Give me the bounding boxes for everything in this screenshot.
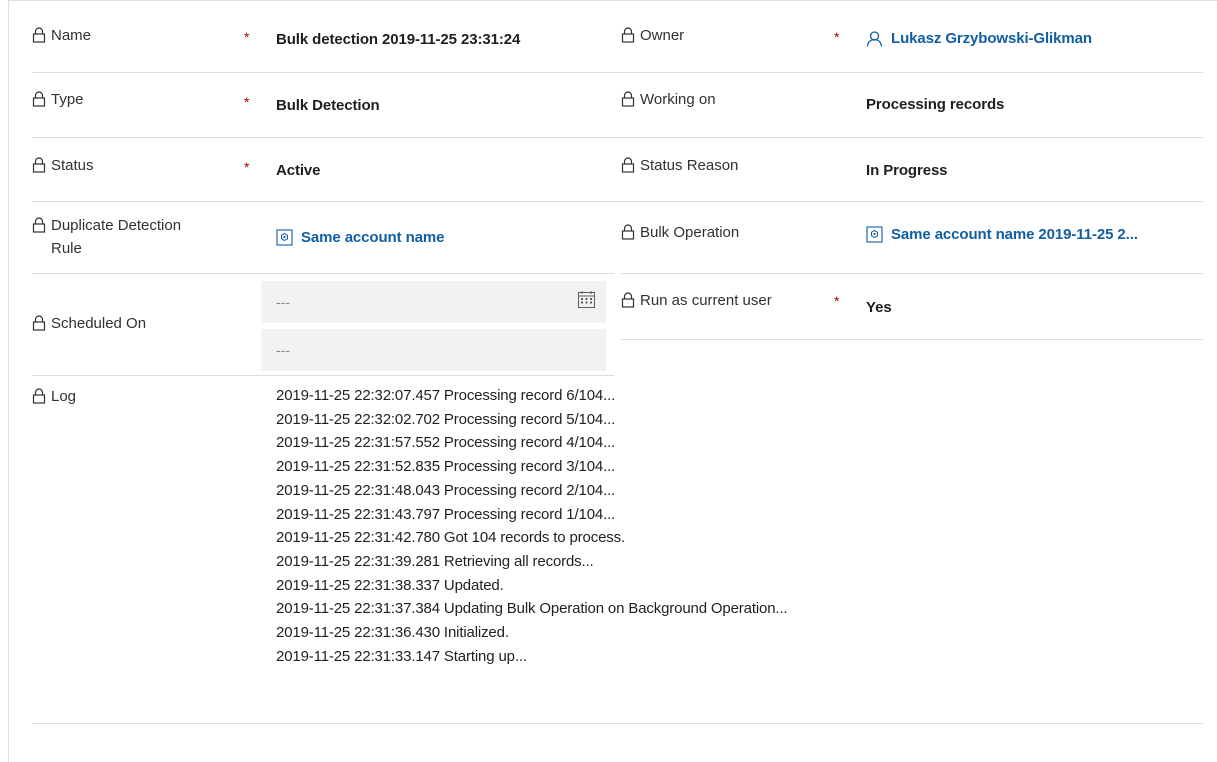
entity-record-icon [866,226,883,243]
log-line: 2019-11-25 22:31:42.780 Got 104 records … [276,529,625,547]
scheduled-on-label-text: Scheduled On [51,315,147,332]
lock-icon [621,27,635,43]
working-on-label: Working on [621,88,716,111]
working-on-label-text: Working on [640,91,716,108]
lock-icon [32,388,46,404]
bulk-operation-label-text: Bulk Operation [640,224,740,241]
status-reason-label-text: Status Reason [640,157,739,174]
log-line: 2019-11-25 22:31:43.797 Processing recor… [276,505,616,523]
duplicate-rule-label-line2: Rule [51,240,82,257]
log-label: Log [32,385,76,408]
row-separator [32,137,1203,138]
lock-icon [32,315,46,331]
bulk-operation-label: Bulk Operation [621,221,739,244]
log-line: 2019-11-25 22:31:33.147 Starting up... [276,647,527,665]
working-on-value[interactable]: Processing records [866,96,1004,113]
record-form: Name * Bulk detection 2019-11-25 23:31:2… [0,0,1217,762]
log-content[interactable]: 2019-11-25 22:32:07.457 Processing recor… [276,384,788,668]
name-value[interactable]: Bulk detection 2019-11-25 23:31:24 [276,31,520,48]
row-separator [32,201,1203,202]
lock-icon [32,157,46,173]
run-as-current-user-label-text: Run as current user [640,292,772,309]
bulk-operation-value[interactable]: Same account name 2019-11-25 2... [891,226,1138,243]
owner-link[interactable]: Lukasz Grzybowski-Glikman [866,30,1092,47]
log-line: 2019-11-25 22:31:39.281 Retrieving all r… [276,552,594,570]
duplicate-rule-link[interactable]: Same account name [276,229,444,246]
scheduled-on-date-placeholder: --- [276,294,290,310]
log-line: 2019-11-25 22:31:36.430 Initialized. [276,624,509,642]
log-label-text: Log [51,388,77,405]
status-reason-value[interactable]: In Progress [866,162,948,179]
log-line: 2019-11-25 22:31:57.552 Processing recor… [276,434,616,452]
scheduled-on-label: Scheduled On [32,312,146,335]
person-icon [866,31,883,47]
lock-icon [621,224,635,240]
type-label: Type [32,88,84,111]
entity-record-icon [276,229,293,246]
lock-icon [621,91,635,107]
row-separator [32,273,614,274]
duplicate-rule-label: Duplicate Detection Rule [32,214,181,260]
type-value[interactable]: Bulk Detection [276,97,380,114]
row-separator [32,723,1203,724]
name-required-marker: * [244,29,250,45]
owner-label: Owner [621,24,684,47]
lock-icon [32,91,46,107]
run-as-current-user-required-marker: * [834,293,840,309]
row-separator [621,273,1203,274]
run-as-current-user-value[interactable]: Yes [866,299,892,316]
name-label: Name [32,24,91,47]
log-line: 2019-11-25 22:31:52.835 Processing recor… [276,458,616,476]
status-value[interactable]: Active [276,162,321,179]
scheduled-on-time-placeholder: --- [276,342,290,358]
row-separator [621,339,1203,340]
row-separator [32,72,1203,73]
log-line: 2019-11-25 22:32:07.457 Processing recor… [276,387,616,404]
run-as-current-user-label: Run as current user [621,289,772,312]
owner-value[interactable]: Lukasz Grzybowski-Glikman [891,30,1092,47]
lock-icon [621,157,635,173]
name-label-text: Name [51,27,92,44]
type-label-text: Type [51,91,84,108]
lock-icon [32,217,46,233]
lock-icon [621,292,635,308]
duplicate-rule-value[interactable]: Same account name [301,229,444,246]
calendar-icon[interactable] [577,290,596,309]
owner-label-text: Owner [640,27,685,44]
duplicate-rule-label-line1: Duplicate Detection [51,217,182,234]
scheduled-on-time-input[interactable]: --- [261,329,606,371]
owner-required-marker: * [834,29,840,45]
log-line: 2019-11-25 22:32:02.702 Processing recor… [276,410,616,428]
lock-icon [32,27,46,43]
status-reason-label: Status Reason [621,154,738,177]
status-label-text: Status [51,157,94,174]
type-required-marker: * [244,94,250,110]
row-separator [32,375,614,376]
status-label: Status [32,154,94,177]
log-line: 2019-11-25 22:31:38.337 Updated. [276,576,504,594]
scheduled-on-date-input[interactable]: --- [261,281,606,323]
status-required-marker: * [244,159,250,175]
bulk-operation-link[interactable]: Same account name 2019-11-25 2... [866,226,1138,243]
log-line: 2019-11-25 22:31:37.384 Updating Bulk Op… [276,600,788,618]
log-line: 2019-11-25 22:31:48.043 Processing recor… [276,481,616,499]
